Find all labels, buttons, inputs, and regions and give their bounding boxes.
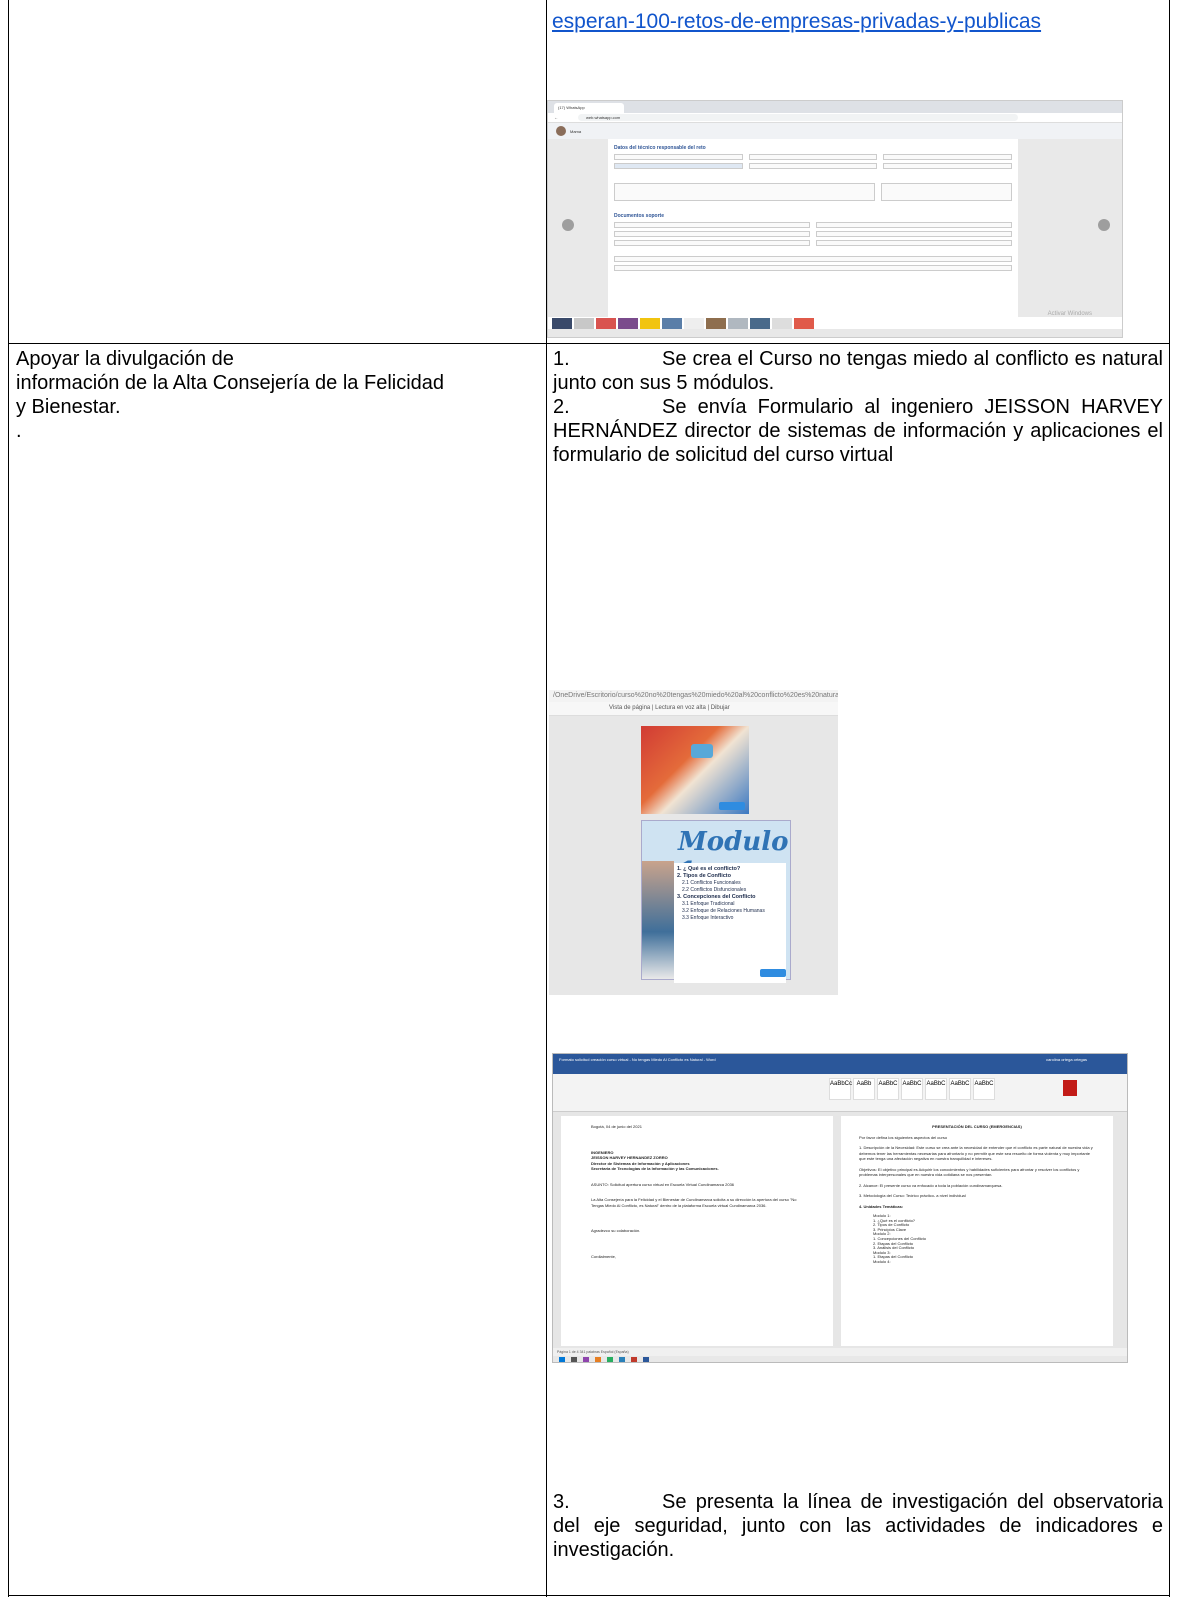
news-link[interactable]: esperan-100-retos-de-empresas-privadas-y… [552,10,1041,34]
next-arrow-icon [1098,219,1110,231]
item-2-text: Se envía Formulario al ingeniero JEISSON… [553,396,1163,466]
course-photo [641,726,749,814]
word-document-screenshot: Formato solicitud creación curso virtual… [552,1053,1128,1363]
row-divider [9,343,1169,344]
module-card: Modulo 1 1. ¿ Qué es el conflicto? 2. Ti… [641,820,791,983]
address-bar: web.whatsapp.com [578,114,1018,121]
taskbar [553,1356,1127,1362]
avatar [556,126,566,136]
left-line-2: información de la Alta Consejería de la … [16,372,445,394]
search-icon [571,1357,577,1362]
back-icon: ← [554,115,558,120]
left-line-4: . [16,420,22,442]
document-area: Bogotá, 04 de junio del 2021 INGENIERO J… [553,1112,1127,1348]
word-status-bar: Página 1 de 4 341 palabras Español (Espa… [553,1348,1127,1356]
table-bottom-border [9,1595,1169,1596]
word-title-bar: Formato solicitud creación curso virtual… [553,1054,1127,1065]
module-contents: 1. ¿ Qué es el conflicto? 2. Tipos de Co… [674,863,786,983]
prev-arrow-icon [562,219,574,231]
left-line-3: y Bienestar. [16,396,121,418]
taskbar [548,329,1122,337]
word-icon [643,1357,649,1362]
file-path: /OneDrive/Escritorio/curso%20no%20tengas… [549,690,838,702]
left-line-1: Apoyar la divulgación de [16,348,234,370]
windows-icon [559,1357,565,1362]
contact-name: Mama [570,128,582,134]
viewer-toolbar: Vista de página | Lectura en voz alta | … [549,702,838,716]
person-photo [642,861,674,979]
presentation-page: PRESENTACIÓN DEL CURSO (EMERGENCIAS) Por… [841,1116,1113,1346]
pdf-icon [1063,1080,1077,1096]
form-heading: Datos del técnico responsable del reto [614,145,706,151]
image-viewer: Datos del técnico responsable del reto D… [548,139,1122,317]
item-3-text: Se presenta la línea de investigación de… [553,1491,1163,1561]
form-sheet: Datos del técnico responsable del reto D… [608,139,1018,317]
whatsapp-form-screenshot: (17) WhatsApp ← web.whatsapp.com Mama Dat… [547,100,1123,338]
letter-page: Bogotá, 04 de junio del 2021 INGENIERO J… [561,1116,833,1346]
module-1-screenshot: /OneDrive/Escritorio/curso%20no%20tengas… [549,690,838,995]
ribbon: AaBbCc AaBb AaBbC AaBbC AaBbC AaBbC AaBb… [553,1074,1127,1112]
ribbon-tabs [553,1065,1127,1074]
browser-tab: (17) WhatsApp [554,103,624,113]
item-1-text: Se crea el Curso no tengas miedo al conf… [553,348,1163,394]
form-heading-2: Documentos soporte [614,213,665,219]
